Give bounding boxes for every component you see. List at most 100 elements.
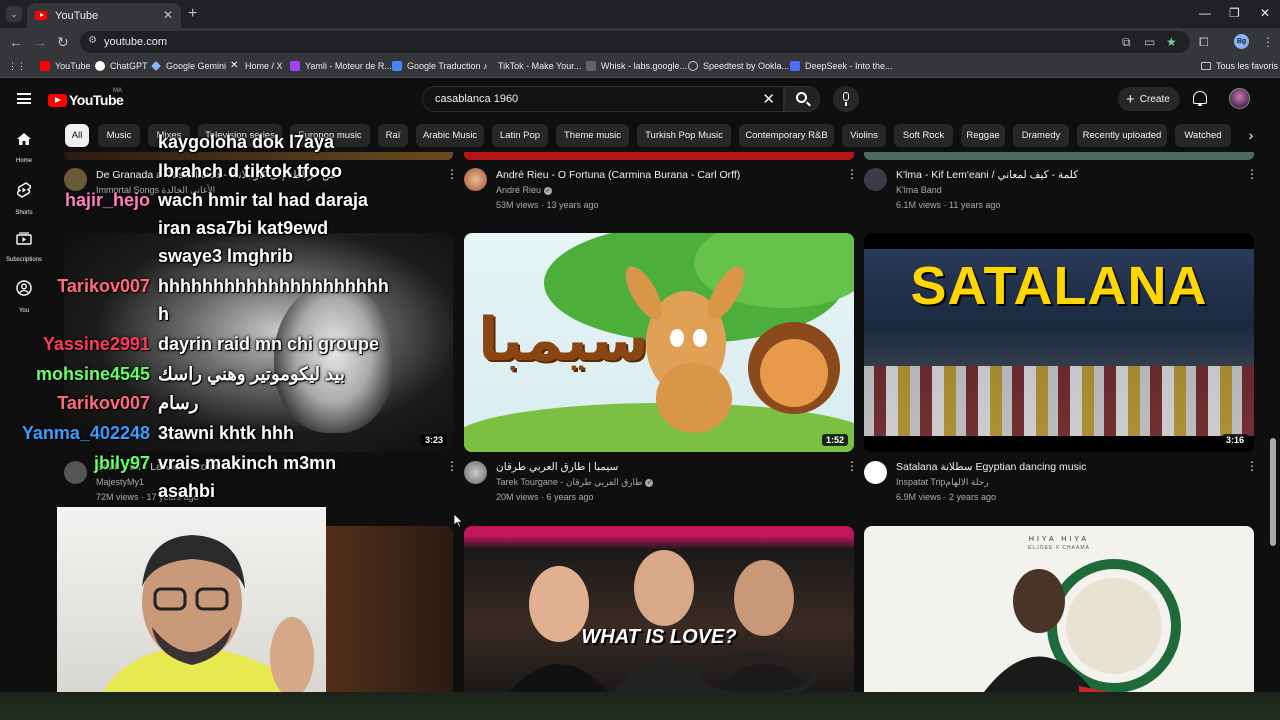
chip-dramedy[interactable]: Dramedy	[1013, 124, 1069, 147]
video-thumbnail[interactable]	[864, 152, 1254, 160]
streamer-figure	[97, 535, 314, 703]
bookmark-yamli[interactable]: Yamli - Moteur de R...	[290, 61, 392, 71]
thumbnail-title-text: سيمبا	[478, 305, 649, 375]
chip-contemporary-rnb[interactable]: Contemporary R&B	[739, 124, 834, 147]
chip-violins[interactable]: Violins	[842, 124, 886, 147]
new-tab-button[interactable]: +	[188, 5, 197, 23]
restore-button[interactable]: ❐	[1229, 6, 1240, 20]
channel-name-text: André Rieu	[496, 185, 542, 195]
browser-tab[interactable]: YouTube ✕	[27, 3, 181, 28]
translate-icon[interactable]: ⧉	[1122, 35, 1131, 50]
channel-avatar[interactable]	[64, 168, 87, 191]
chip-recently-uploaded[interactable]: Recently uploaded	[1077, 124, 1167, 147]
address-bar-row: ← → ↻ ⚙ youtube.com ⧉ ▭ ★ ⧠ Bg ⋮	[0, 28, 1280, 56]
clear-search-icon[interactable]: ✕	[762, 90, 775, 108]
bookmark-translate[interactable]: Google Traduction	[392, 61, 481, 71]
minimize-button[interactable]: —	[1199, 6, 1211, 20]
extensions-icon[interactable]: ⧠	[1199, 35, 1209, 50]
omnibox[interactable]	[80, 31, 1190, 53]
close-window-button[interactable]: ✕	[1260, 6, 1270, 20]
all-bookmarks-folder[interactable]: Tous les favoris	[1201, 61, 1278, 71]
video-thumbnail[interactable]: WHAT IS LOVE?	[464, 526, 854, 692]
video-thumbnail[interactable]: SATALANA 3:16	[864, 233, 1254, 452]
chat-username: Tarikov007	[57, 276, 150, 296]
video-thumbnail[interactable]: HIYA HIYA ELJOEE X CHAAMA	[864, 526, 1254, 692]
chip-arabic-music[interactable]: Arabic Music	[416, 124, 484, 147]
youtube-logo[interactable]: YouTube MA	[48, 88, 124, 108]
profile-avatar[interactable]: Bg	[1234, 34, 1249, 49]
video-thumbnail[interactable]	[64, 152, 453, 160]
channel-avatar[interactable]	[864, 461, 887, 484]
video-thumbnail[interactable]	[464, 152, 854, 160]
more-options-icon[interactable]: ⋮	[1246, 168, 1258, 180]
bookmark-star-icon[interactable]: ★	[1166, 35, 1177, 49]
channel-name[interactable]: Inspatat Tripرحلة الالهام	[896, 477, 989, 488]
bookmark-deepseek[interactable]: DeepSeek - Into the...	[790, 61, 893, 71]
chip-soft-rock[interactable]: Soft Rock	[894, 124, 953, 147]
bookmark-tiktok[interactable]: ♪ TikTok - Make Your...	[483, 61, 581, 71]
channel-avatar[interactable]	[464, 461, 487, 484]
chip-rai[interactable]: Raï	[378, 124, 408, 147]
browser-menu-icon[interactable]: ⋮	[1262, 35, 1274, 49]
video-title[interactable]: سيمبا | طارق العربي طرقان	[496, 461, 836, 473]
video-title[interactable]: André Rieu - O Fortuna (Carmina Burana -…	[496, 169, 836, 181]
dancers-crowd	[864, 366, 1254, 436]
page-scrollbar[interactable]	[1268, 160, 1278, 692]
more-options-icon[interactable]: ⋮	[446, 460, 458, 472]
chip-theme-music[interactable]: Theme music	[556, 124, 629, 147]
video-title[interactable]: Satalana سطلانة Egyptian dancing music	[896, 461, 1236, 473]
url-text[interactable]: youtube.com	[104, 36, 167, 48]
bookmark-chatgpt[interactable]: ChatGPT	[95, 61, 148, 71]
user-avatar[interactable]	[1229, 88, 1250, 109]
video-meta: 6.9M views · 2 years ago	[896, 492, 997, 502]
more-options-icon[interactable]: ⋮	[846, 168, 858, 180]
more-options-icon[interactable]: ⋮	[446, 168, 458, 180]
site-info-icon[interactable]: ⚙	[88, 35, 97, 46]
chips-next-chevron-icon[interactable]: ›	[1239, 124, 1263, 148]
sidebar-item-subscriptions[interactable]: Subscriptions	[2, 231, 46, 266]
video-duration: 3:16	[1221, 434, 1248, 446]
install-app-icon[interactable]: ▭	[1144, 35, 1155, 49]
search-button[interactable]	[784, 86, 820, 112]
chat-message: vrais makinch m3mn	[158, 453, 337, 473]
bookmark-icon	[688, 61, 698, 71]
chip-turkish-pop-music[interactable]: Turkish Pop Music	[637, 124, 731, 147]
more-options-icon[interactable]: ⋮	[846, 460, 858, 472]
bookmarks-bar: ⋮⋮ YouTube ChatGPT Google Gemini ✕ Home /…	[0, 56, 1280, 78]
more-options-icon[interactable]: ⋮	[1246, 460, 1258, 472]
create-button[interactable]: + Create	[1118, 87, 1180, 111]
menu-icon[interactable]	[17, 93, 31, 104]
chip-latin-pop[interactable]: Latin Pop	[492, 124, 548, 147]
channel-name[interactable]: K'lma Band	[896, 185, 942, 195]
scrollbar-thumb[interactable]	[1270, 438, 1276, 546]
apps-grid-icon[interactable]: ⋮⋮	[8, 61, 26, 72]
bookmark-speedtest[interactable]: Speedtest by Ookla...	[688, 61, 789, 71]
bookmark-x[interactable]: ✕ Home / X	[230, 61, 283, 72]
sidebar-item-home[interactable]: Home	[2, 132, 46, 167]
bookmark-gemini[interactable]: Google Gemini	[151, 61, 226, 71]
channel-name[interactable]: Tarek Tourgane - طارق العربي طرقان ✓	[496, 477, 654, 488]
thumbnail-scene	[984, 559, 1181, 692]
chip-reggae[interactable]: Reggae	[961, 124, 1005, 147]
tab-list-button[interactable]: ⌄	[6, 6, 22, 22]
voice-search-button[interactable]	[833, 86, 859, 112]
notifications-bell-icon[interactable]	[1193, 91, 1207, 106]
channel-avatar[interactable]	[864, 168, 887, 191]
bookmark-icon	[151, 61, 161, 71]
video-thumbnail[interactable]: سيمبا 1:52	[464, 233, 854, 452]
channel-avatar[interactable]	[464, 168, 487, 191]
chip-watched[interactable]: Watched	[1175, 124, 1231, 147]
tab-close-icon[interactable]: ✕	[163, 8, 173, 22]
reload-icon[interactable]: ↻	[57, 34, 69, 51]
channel-name[interactable]: André Rieu ✓	[496, 185, 553, 195]
bookmark-whisk[interactable]: Whisk - labs.google...	[586, 61, 687, 71]
forward-arrow-icon[interactable]: →	[33, 34, 47, 50]
bookmark-youtube[interactable]: YouTube	[40, 61, 90, 71]
video-title[interactable]: K'lma - Kif Lem'eani / كلمة - كيف لمعاني	[896, 169, 1236, 181]
chip-music[interactable]: Music	[98, 124, 140, 147]
sidebar-label: You	[18, 308, 30, 314]
search-input[interactable]: casablanca 1960 ✕	[422, 86, 784, 112]
channel-name[interactable]: MajestyMy1	[96, 477, 144, 487]
chip-all[interactable]: All	[65, 124, 89, 147]
back-arrow-icon[interactable]: ←	[9, 34, 23, 50]
